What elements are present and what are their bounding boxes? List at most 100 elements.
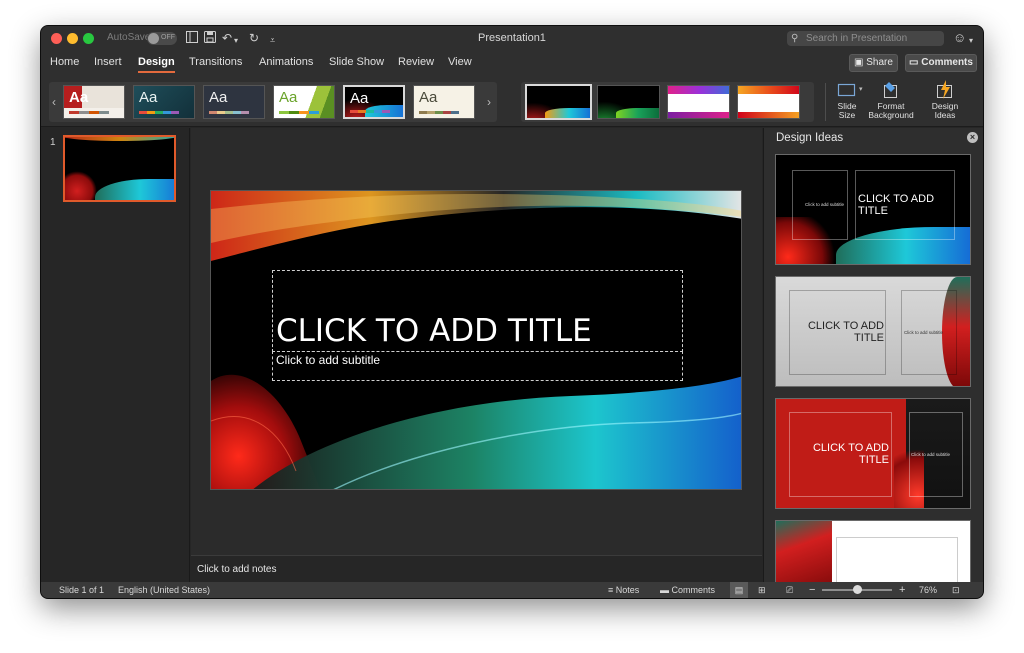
- design-ideas-icon: [937, 80, 952, 99]
- tab-transitions[interactable]: Transitions: [189, 56, 242, 68]
- variant-thumb-2-wave: [616, 108, 659, 118]
- variant-thumb-3-wave-bottom: [668, 112, 729, 118]
- tab-insert[interactable]: Insert: [94, 56, 122, 68]
- variant-thumb-4[interactable]: [737, 85, 800, 119]
- thumb-wave-top: [65, 137, 174, 141]
- format-background-label-2: Background: [868, 110, 914, 120]
- search-icon: ⚲: [791, 33, 799, 44]
- design-ideas-label-2: Ideas: [934, 110, 956, 120]
- subtitle-placeholder[interactable]: Click to add subtitle: [272, 351, 683, 381]
- status-bar: Slide 1 of 1 English (United States) ≡ N…: [41, 582, 983, 598]
- theme-thumb-5-aa: Aa: [350, 90, 369, 107]
- format-background-button[interactable]: Format Background: [867, 80, 915, 120]
- slide-sorter-icon[interactable]: ⊞: [758, 582, 766, 598]
- tab-review[interactable]: Review: [398, 56, 434, 68]
- variant-thumb-3-wave: [668, 86, 729, 94]
- theme-thumb-4-colors: [279, 111, 319, 114]
- design-idea-3[interactable]: CLICK TO ADD TITLE Click to add subtitle: [775, 398, 971, 509]
- close-window-button[interactable]: [51, 33, 62, 44]
- theme-thumb-6-aa: Aa: [419, 89, 438, 106]
- maximize-window-button[interactable]: [83, 33, 94, 44]
- idea-3-subtitle: Click to add subtitle: [911, 452, 951, 457]
- customize-toolbar-icon[interactable]: ⩡: [270, 33, 275, 47]
- themes-prev-arrow-icon[interactable]: ‹: [52, 95, 56, 109]
- current-slide[interactable]: CLICK TO ADD TITLE Click to add subtitle: [210, 190, 742, 490]
- undo-icon[interactable]: ↶: [222, 31, 232, 45]
- comments-button[interactable]: ▭ Comments: [905, 54, 977, 72]
- minimize-window-button[interactable]: [67, 33, 78, 44]
- variants-gallery: [521, 82, 814, 122]
- zoom-out-button[interactable]: −: [809, 582, 815, 598]
- design-idea-2[interactable]: CLICK TO ADD TITLE Click to add subtitle: [775, 276, 971, 387]
- notes-toggle[interactable]: ≡ Notes: [608, 582, 639, 598]
- themes-next-arrow-icon[interactable]: ›: [487, 95, 491, 109]
- fit-to-window-icon[interactable]: ⊡: [952, 582, 960, 598]
- tab-slide-show[interactable]: Slide Show: [329, 56, 384, 68]
- autosave-state: OFF: [161, 34, 175, 41]
- save-icon[interactable]: [204, 31, 216, 46]
- presenter-view-icon[interactable]: ⎚: [786, 582, 793, 598]
- idea-1-subtitle: Click to add subtitle: [805, 202, 845, 207]
- undo-dropdown-icon[interactable]: ▾: [234, 34, 238, 48]
- design-idea-4[interactable]: [775, 520, 971, 582]
- language-status[interactable]: English (United States): [118, 582, 210, 598]
- theme-thumb-2-colors: [139, 111, 179, 114]
- slide-number: 1: [50, 137, 56, 148]
- variant-thumb-4-wave-bottom: [738, 112, 799, 118]
- feedback-dropdown-icon[interactable]: ▾: [969, 34, 973, 48]
- theme-thumb-6[interactable]: Aa: [413, 85, 475, 119]
- themes-gallery: ‹ Aa Aa Aa Aa Aa Aa ›: [49, 82, 497, 122]
- idea-2-title: CLICK TO ADD TITLE: [807, 320, 884, 344]
- design-ideas-button[interactable]: Design Ideas: [928, 80, 962, 120]
- zoom-slider-thumb[interactable]: [852, 585, 862, 594]
- normal-view-icon[interactable]: ▤: [730, 582, 748, 598]
- theme-thumb-4[interactable]: Aa: [273, 85, 335, 119]
- share-button[interactable]: ▣ Share: [849, 54, 898, 72]
- comments-toggle[interactable]: ▬ Comments: [660, 582, 715, 598]
- idea-4-box: [836, 537, 958, 582]
- slide-size-button[interactable]: Slide Size: [834, 80, 860, 120]
- title-bar: AutoSave OFF ↶ ▾ ↻ ⩡ Presentation1 ⚲ Sea…: [41, 26, 983, 51]
- ribbon-tabs: Home Insert Design Transitions Animation…: [41, 51, 983, 77]
- variant-thumb-2[interactable]: [597, 85, 660, 119]
- feedback-smiley-icon[interactable]: ☺: [953, 30, 966, 45]
- title-placeholder[interactable]: CLICK TO ADD TITLE: [272, 270, 683, 352]
- comments-icon: ▬: [660, 585, 672, 595]
- design-idea-1[interactable]: Click to add subtitle CLICK TO ADD TITLE: [775, 154, 971, 265]
- tab-animations[interactable]: Animations: [259, 56, 313, 68]
- zoom-level[interactable]: 76%: [919, 582, 937, 598]
- zoom-in-button[interactable]: +: [899, 582, 905, 598]
- ribbon-separator: [825, 83, 826, 121]
- theme-thumb-5-colors: [350, 110, 390, 113]
- variant-thumb-1-selected[interactable]: [525, 84, 592, 120]
- tab-home[interactable]: Home: [50, 56, 79, 68]
- slide-size-icon: [837, 83, 856, 97]
- theme-thumb-5-selected[interactable]: Aa: [343, 85, 405, 119]
- slide-size-dropdown-icon[interactable]: ▾: [859, 85, 863, 93]
- search-placeholder: Search in Presentation: [806, 33, 908, 44]
- theme-thumb-1[interactable]: Aa: [63, 85, 125, 119]
- tab-view[interactable]: View: [448, 56, 472, 68]
- theme-thumb-1-colors: [69, 111, 109, 114]
- theme-thumb-4-aa: Aa: [279, 89, 298, 106]
- theme-thumb-3[interactable]: Aa: [203, 85, 265, 119]
- share-icon: ▣: [854, 57, 867, 68]
- theme-thumb-6-colors: [419, 111, 459, 114]
- notes-field[interactable]: Click to add notes: [191, 555, 762, 582]
- slide-size-label-2: Size: [838, 110, 856, 120]
- redo-icon[interactable]: ↻: [249, 31, 259, 45]
- autosave-toggle-knob: [148, 33, 159, 44]
- tab-design[interactable]: Design: [138, 56, 175, 73]
- slide-thumbnails-pane: 1: [41, 128, 190, 582]
- notes-label: Notes: [615, 585, 640, 595]
- autosave-toggle[interactable]: OFF: [147, 32, 177, 45]
- close-pane-icon[interactable]: ×: [967, 132, 978, 143]
- notes-placeholder: Click to add notes: [197, 564, 277, 575]
- sidebar-toggle-icon[interactable]: [186, 31, 198, 46]
- search-input[interactable]: ⚲ Search in Presentation: [787, 31, 944, 46]
- theme-thumb-2[interactable]: Aa: [133, 85, 195, 119]
- variant-thumb-3[interactable]: [667, 85, 730, 119]
- theme-thumb-1-aa: Aa: [69, 89, 89, 106]
- comments-label: Comments: [921, 57, 973, 68]
- slide-thumbnail-1[interactable]: [63, 135, 176, 202]
